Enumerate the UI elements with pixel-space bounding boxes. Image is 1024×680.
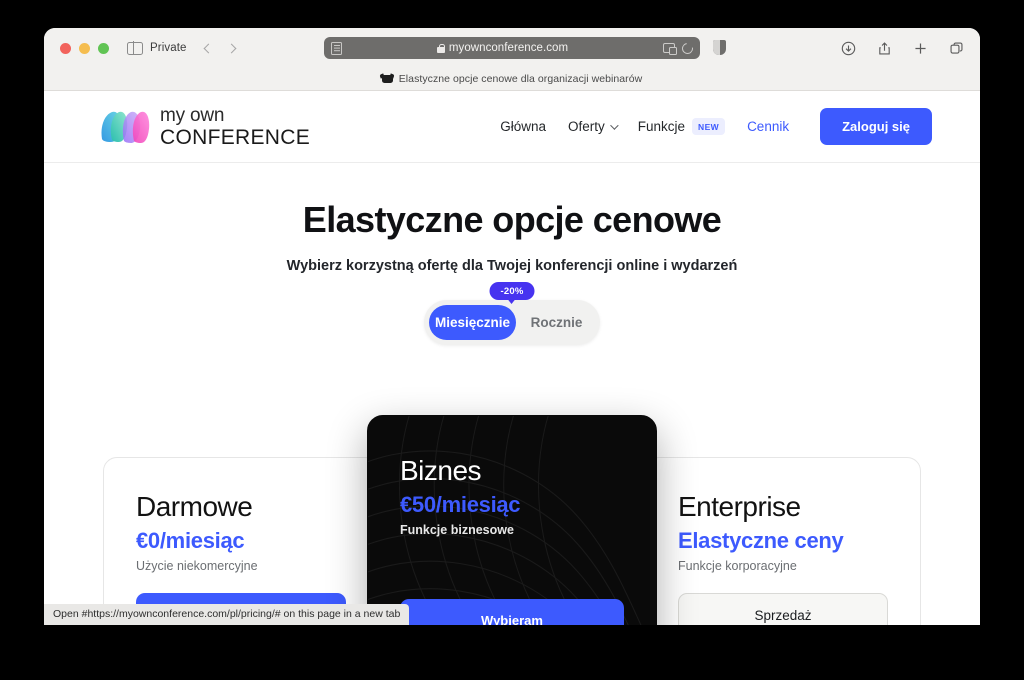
pricing-card-darmowe: Darmowe €0/miesiąc Użycie niekomercyjne …: [103, 457, 379, 625]
tab-strip[interactable]: Elastyczne opcje cenowe dla organizacji …: [44, 68, 980, 91]
plan-cta-button[interactable]: Wybieram: [400, 598, 624, 625]
close-window-button[interactable]: [60, 42, 71, 54]
myownconference-logo-icon: [98, 105, 150, 149]
nav-label: Funkcje: [637, 119, 686, 134]
plan-description: Funkcje korporacyjne: [678, 558, 797, 573]
address-bar[interactable]: myownconference.com: [324, 37, 700, 59]
site-logo[interactable]: my own CONFERENCE: [98, 105, 310, 149]
favicon-icon: [381, 75, 393, 83]
plan-price: €50/miesiąc: [400, 491, 521, 517]
nav-item-oferty[interactable]: Oferty: [557, 119, 627, 134]
share-icon[interactable]: [877, 41, 892, 56]
plus-icon[interactable]: [913, 41, 928, 56]
sidebar-icon[interactable]: [127, 41, 143, 55]
tab-overview-icon[interactable]: [949, 41, 964, 56]
chevron-down-icon: [609, 120, 619, 130]
nav-item-glowna[interactable]: Główna: [489, 119, 557, 134]
page-subtitle: Wybierz korzystną ofertę dla Twojej konf…: [286, 258, 738, 274]
logo-line-2: CONFERENCE: [160, 125, 311, 149]
plan-cta-button[interactable]: Sprzedaż: [678, 592, 888, 625]
browser-window: Private myownconference.com Elastyczne o…: [44, 28, 980, 625]
plan-price: €0/miesiąc: [136, 527, 245, 553]
billing-toggle-yearly[interactable]: Rocznie: [518, 305, 595, 340]
pricing-card-biznes: Biznes €50/miesiąc Funkcje biznesowe Wyb…: [367, 415, 657, 625]
main-navigation[interactable]: Główna Oferty Funkcje NEW Cennik Zaloguj…: [489, 108, 932, 145]
plan-description: Użycie niekomercyjne: [136, 558, 258, 573]
billing-toggle[interactable]: Miesięcznie Rocznie: [424, 300, 600, 345]
minimize-window-button[interactable]: [79, 42, 90, 54]
toolbar-actions[interactable]: [841, 41, 964, 56]
chevron-right-icon[interactable]: [226, 43, 236, 53]
navigation-arrows[interactable]: [203, 43, 236, 53]
browser-tab[interactable]: Elastyczne opcje cenowe dla organizacji …: [381, 73, 643, 85]
nav-item-cennik[interactable]: Cennik: [736, 119, 800, 134]
new-badge: NEW: [692, 118, 726, 135]
address-bar-actions[interactable]: [663, 40, 696, 56]
plan-description: Funkcje biznesowe: [400, 522, 514, 537]
billing-toggle-monthly[interactable]: Miesięcznie: [429, 305, 517, 340]
window-controls[interactable]: [60, 42, 109, 54]
private-mode-label: Private: [150, 42, 187, 54]
nav-label: Główna: [500, 119, 546, 134]
plan-name: Darmowe: [136, 491, 253, 522]
nav-label: Oferty: [567, 119, 605, 134]
page-content: my own CONFERENCE Główna Oferty Funkcje …: [44, 91, 980, 625]
browser-toolbar: Private myownconference.com: [44, 28, 980, 68]
pricing-cards: Darmowe €0/miesiąc Użycie niekomercyjne …: [44, 415, 980, 625]
site-header: my own CONFERENCE Główna Oferty Funkcje …: [44, 91, 980, 163]
plan-name: Biznes: [400, 455, 482, 486]
logo-wordmark: my own CONFERENCE: [160, 106, 310, 148]
login-button[interactable]: Zaloguj się: [820, 108, 932, 145]
nav-item-funkcje[interactable]: Funkcje NEW: [627, 118, 736, 135]
discount-badge: -20%: [489, 282, 535, 304]
chevron-left-icon[interactable]: [203, 43, 213, 53]
tab-title: Elastyczne opcje cenowe dla organizacji …: [398, 73, 643, 85]
reload-icon[interactable]: [679, 40, 696, 56]
plan-price: Elastyczne ceny: [678, 527, 844, 553]
reader-view-icon[interactable]: [331, 41, 342, 55]
pricing-card-enterprise: Enterprise Elastyczne ceny Funkcje korpo…: [645, 457, 921, 625]
lock-icon: [436, 43, 446, 53]
logo-line-1: my own: [160, 104, 225, 126]
privacy-shield-icon[interactable]: [713, 40, 726, 55]
page-title: Elastyczne opcje cenowe: [302, 199, 722, 240]
url-display[interactable]: myownconference.com: [342, 42, 663, 54]
plan-name: Enterprise: [678, 491, 801, 522]
privacy-shield-wrap[interactable]: [712, 40, 726, 56]
download-icon[interactable]: [841, 41, 856, 56]
link-status-bar: Open #https://myownconference.com/pl/pri…: [44, 604, 410, 625]
nav-label: Cennik: [747, 119, 790, 134]
maximize-window-button[interactable]: [98, 42, 109, 54]
url-text: myownconference.com: [448, 42, 569, 54]
billing-toggle-wrapper: -20% Miesięcznie Rocznie: [424, 282, 600, 345]
extensions-icon[interactable]: [663, 43, 677, 55]
hero-section: Elastyczne opcje cenowe Wybierz korzystn…: [44, 163, 980, 345]
